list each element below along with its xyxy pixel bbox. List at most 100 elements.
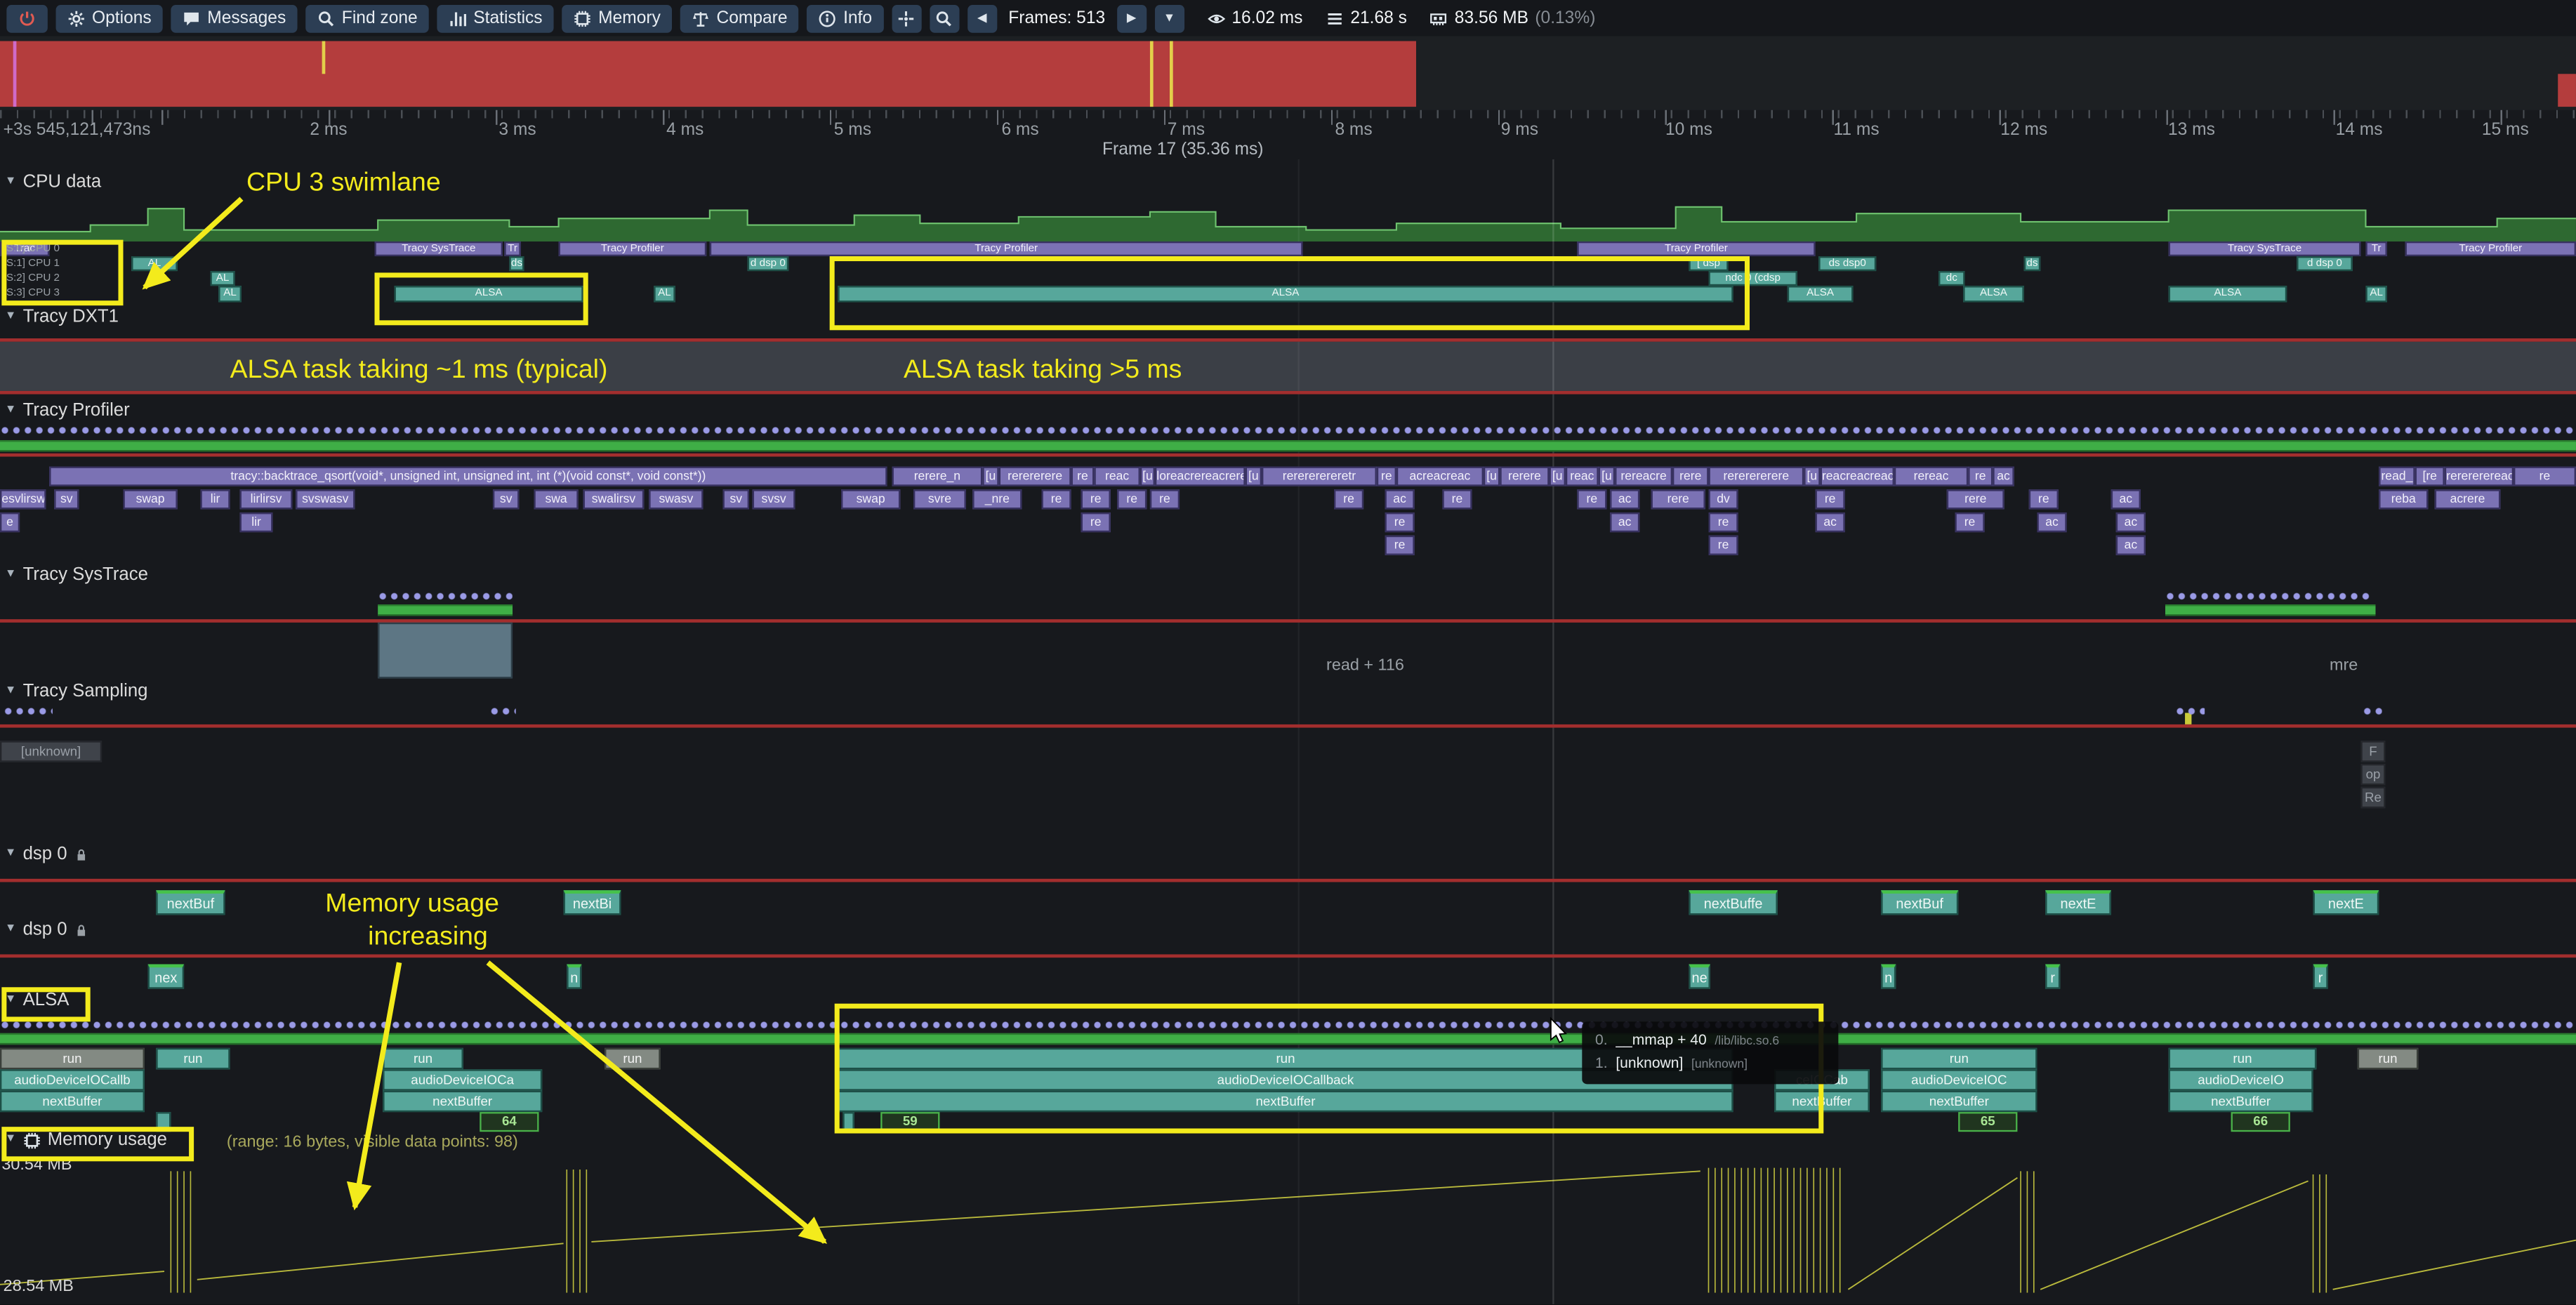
zone-66[interactable]: 66 — [2231, 1112, 2290, 1132]
zone-nextBuffer[interactable]: nextBuffer — [0, 1091, 145, 1112]
zone-re[interactable]: re — [1385, 536, 1415, 555]
zone-ac[interactable]: ac — [1610, 489, 1639, 509]
zone-re[interactable]: re — [1041, 489, 1071, 509]
zone-Re[interactable]: Re — [2360, 787, 2385, 808]
zone-audioDeviceIOCallb[interactable]: audioDeviceIOCallb — [0, 1069, 145, 1090]
zone-ALSA[interactable]: ALSA — [1963, 286, 2024, 302]
zone-rere[interactable]: rere — [1947, 489, 2004, 509]
zone-tracy::backtrace_qsort(void*[interactable]: tracy::backtrace_qsort(void*, unsigned i… — [49, 467, 887, 486]
zone-reacreacreac[interactable]: reacreacreac — [1821, 467, 1894, 486]
zone-ac[interactable]: ac — [2111, 489, 2141, 509]
zone-Tracy SysTrace[interactable]: Tracy SysTrace — [374, 241, 503, 256]
zone-Tr[interactable]: Tr — [2365, 241, 2386, 256]
zone-_nre[interactable]: _nre — [972, 489, 1022, 509]
collapse-triangle-icon[interactable]: ▼ — [5, 842, 16, 866]
zone-r[interactable]: r — [2313, 965, 2328, 989]
section-header-tracy-systrace[interactable]: ▼Tracy SysTrace — [5, 564, 148, 587]
zone-nextBuffer[interactable]: nextBuffer — [2169, 1091, 2313, 1112]
zone-ac[interactable]: ac — [2037, 512, 2066, 532]
zone-nextE[interactable]: nextE — [2045, 890, 2111, 915]
zone-svswasv[interactable]: svswasv — [296, 489, 355, 509]
zone[interactable] — [378, 623, 513, 679]
zone-[u[interactable]: [u — [1550, 467, 1566, 486]
collapse-triangle-icon[interactable]: ▼ — [5, 918, 16, 941]
zone-reac[interactable]: reac — [1566, 467, 1599, 486]
zone-ac[interactable]: ac — [1610, 512, 1639, 532]
zone-audioDeviceIOC[interactable]: audioDeviceIOC — [1881, 1069, 2037, 1090]
zone-ds dsp0[interactable]: ds dsp0 — [1818, 256, 1876, 271]
zone-acrere[interactable]: acrere — [2435, 489, 2501, 509]
zone-svsv[interactable]: svsv — [753, 489, 795, 509]
zone-re[interactable]: re — [1071, 467, 1095, 486]
zone-re[interactable]: re — [1968, 467, 1993, 486]
zone-re[interactable]: re — [2514, 467, 2576, 486]
zone-rererererere[interactable]: rererererere — [1708, 467, 1804, 486]
section-header-tracy-sampling[interactable]: ▼Tracy Sampling — [5, 680, 147, 703]
zone-dc[interactable]: dc — [1938, 271, 1964, 286]
zone-svre[interactable]: svre — [913, 489, 966, 509]
zone-[u[interactable]: [u — [1246, 467, 1262, 486]
options-button[interactable]: Options — [56, 4, 164, 32]
zone-AL[interactable]: AL — [218, 286, 242, 302]
zone-rerererere[interactable]: rerererere — [999, 467, 1071, 486]
collapse-triangle-icon[interactable]: ▼ — [5, 399, 16, 423]
zone-op[interactable]: op — [2360, 764, 2385, 785]
zone-re[interactable]: re — [2029, 489, 2059, 509]
zone-Tracy Profiler[interactable]: Tracy Profiler — [2405, 241, 2576, 256]
zone-[unknown][interactable]: [unknown] — [0, 741, 102, 762]
zone-run[interactable]: run — [156, 1048, 230, 1069]
zone-swap[interactable]: swap — [841, 489, 900, 509]
zone-65[interactable]: 65 — [1958, 1112, 2017, 1132]
zone-n[interactable]: n — [1881, 965, 1896, 989]
zone-nextBuffer[interactable]: nextBuffer — [383, 1091, 542, 1112]
zone-n[interactable]: n — [567, 965, 581, 989]
zone-Tr[interactable]: Tr — [504, 241, 520, 256]
zone-ds[interactable]: ds — [2024, 256, 2040, 271]
zone-ac[interactable]: ac — [2116, 512, 2146, 532]
zone-Tracy Profiler[interactable]: Tracy Profiler — [1577, 241, 1815, 256]
zone-re[interactable]: re — [1442, 489, 1472, 509]
zone-re[interactable]: re — [1708, 536, 1738, 555]
zoom-search-button[interactable] — [930, 4, 959, 32]
zone-run[interactable]: run — [2358, 1048, 2419, 1069]
zone-re[interactable]: re — [1708, 512, 1738, 532]
zone-[u[interactable]: [u — [1140, 467, 1155, 486]
zone-swasv[interactable]: swasv — [649, 489, 703, 509]
collapse-triangle-icon[interactable]: ▼ — [5, 564, 16, 587]
section-header-tracy-dxt1[interactable]: ▼Tracy DXT1 — [5, 305, 119, 329]
zone-reba[interactable]: reba — [2379, 489, 2428, 509]
find-zone-button[interactable]: Find zone — [305, 4, 429, 32]
zone-lir[interactable]: lir — [200, 489, 230, 509]
zone-d dsp 0[interactable]: d dsp 0 — [2297, 256, 2353, 271]
zone-re[interactable]: re — [1081, 512, 1111, 532]
zone-nextBi[interactable]: nextBi — [564, 890, 621, 915]
zone-nextBuf[interactable]: nextBuf — [1881, 890, 1958, 915]
zone-sv[interactable]: sv — [493, 489, 519, 509]
zone-audioDeviceIOCa[interactable]: audioDeviceIOCa — [383, 1069, 542, 1090]
zone-nextE[interactable]: nextE — [2313, 890, 2379, 915]
zone-run[interactable]: run — [383, 1048, 463, 1069]
zone-swalirsv[interactable]: swalirsv — [583, 489, 645, 509]
cpu-usage-graph[interactable] — [0, 199, 2576, 241]
zone-[re[interactable]: [re — [2415, 467, 2445, 486]
zone-swa[interactable]: swa — [534, 489, 578, 509]
zone-nex[interactable]: nex — [148, 965, 184, 989]
zone-[u[interactable]: [u — [1484, 467, 1500, 486]
zone-acreacreac[interactable]: acreacreac — [1396, 467, 1484, 486]
zone-re[interactable]: re — [1150, 489, 1180, 509]
zone-read_[interactable]: read_ — [2379, 467, 2415, 486]
frame-menu-button[interactable]: ▼ — [1154, 4, 1184, 32]
zone-reac[interactable]: reac — [1094, 467, 1140, 486]
messages-button[interactable]: Messages — [171, 4, 298, 32]
zone-Tracy SysTrace[interactable]: Tracy SysTrace — [2169, 241, 2361, 256]
zone-[u[interactable]: [u — [1804, 467, 1820, 486]
info-button[interactable]: Info — [807, 4, 884, 32]
zone-ALSA[interactable]: ALSA — [1788, 286, 1854, 302]
zone-re[interactable]: re — [1385, 512, 1415, 532]
zone-rere[interactable]: rere — [1651, 489, 1705, 509]
zone-run[interactable]: run — [2169, 1048, 2317, 1069]
zone-re[interactable]: re — [1955, 512, 1984, 532]
zone-nextBuffe[interactable]: nextBuffe — [1689, 890, 1777, 915]
zone-rerererereretr[interactable]: rerererereretr — [1262, 467, 1377, 486]
collapse-triangle-icon[interactable]: ▼ — [5, 680, 16, 703]
